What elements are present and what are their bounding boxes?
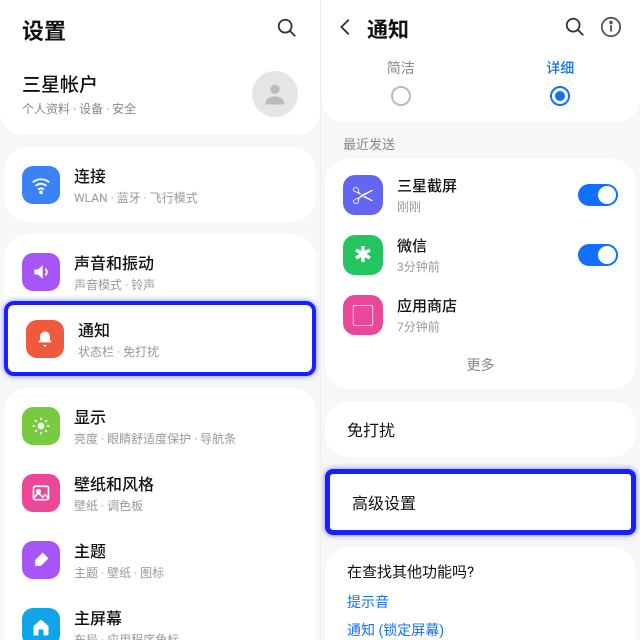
app-time: 刚刚 [397, 198, 457, 215]
bell-icon [26, 320, 64, 358]
search-icon[interactable] [276, 17, 298, 43]
row-subtitle: 主题 · 壁纸 · 图标 [74, 564, 164, 581]
page-title: 设置 [22, 14, 66, 46]
app-name: 应用商店 [397, 295, 457, 316]
row-subtitle: 状态栏 · 免打扰 [78, 343, 159, 360]
image-icon [22, 474, 60, 512]
app-icon: ✂ [343, 175, 383, 215]
avatar[interactable] [252, 71, 298, 117]
settings-row-theme[interactable]: 主题主题 · 壁纸 · 图标 [4, 526, 316, 593]
home-icon [22, 608, 60, 640]
settings-row-notify[interactable]: 通知状态栏 · 免打扰 [4, 301, 316, 376]
app-row-wechat[interactable]: ✱ 微信 3分钟前 [325, 225, 636, 285]
more-button[interactable]: 更多 [325, 345, 636, 389]
app-row-store[interactable]: ▢ 应用商店 7分钟前 [325, 285, 636, 345]
account-subtitle: 个人资料 · 设备 · 安全 [22, 100, 136, 117]
row-title: 显示 [74, 404, 236, 428]
wifi-icon [22, 166, 60, 204]
suggest-link[interactable]: 通知 (锁定屏幕) [347, 620, 614, 640]
search-icon[interactable] [564, 16, 586, 42]
row-title: 声音和振动 [74, 250, 155, 274]
style-detail-label: 详细 [481, 58, 640, 78]
row-subtitle: 布局 · 应用程序角标 [74, 631, 179, 640]
style-simple[interactable]: 简洁 [321, 58, 481, 106]
row-title: 主屏幕 [74, 605, 179, 629]
settings-row-home[interactable]: 主屏幕布局 · 应用程序角标 [4, 593, 316, 640]
app-name: 微信 [397, 235, 440, 256]
settings-row-display[interactable]: 显示亮度 · 眼睛舒适度保护 · 导航条 [4, 392, 316, 459]
info-icon[interactable] [600, 16, 622, 42]
app-name: 三星截屏 [397, 175, 457, 196]
account-row[interactable]: 三星帐户 个人资料 · 设备 · 安全 [0, 56, 320, 135]
app-time: 3分钟前 [397, 258, 440, 275]
style-simple-label: 简洁 [321, 58, 481, 78]
recent-sent-title: 最近发送 [321, 134, 640, 159]
radio-icon [550, 86, 570, 106]
radio-icon [391, 86, 411, 106]
dnd-row[interactable]: 免打扰 [325, 401, 636, 457]
suggest-link[interactable]: 提示音 [347, 592, 614, 612]
settings-row-connections[interactable]: 连接 WLAN · 蓝牙 · 飞行模式 [4, 151, 316, 218]
sun-icon [22, 407, 60, 445]
app-time: 7分钟前 [397, 318, 457, 335]
app-icon: ✱ [343, 235, 383, 275]
row-title: 壁纸和风格 [74, 471, 154, 495]
settings-row-sound[interactable]: 声音和振动声音模式 · 铃声 [4, 238, 316, 305]
sound-icon [22, 253, 60, 291]
row-title: 连接 [74, 163, 198, 187]
row-subtitle: 壁纸 · 调色板 [74, 497, 154, 514]
row-subtitle: 亮度 · 眼睛舒适度保护 · 导航条 [74, 430, 236, 447]
style-selector: 简洁 详细 [321, 54, 640, 122]
back-icon[interactable] [335, 16, 357, 42]
row-title: 主题 [74, 538, 164, 562]
style-detail[interactable]: 详细 [481, 58, 640, 106]
brush-icon [22, 541, 60, 579]
settings-row-wallpaper[interactable]: 壁纸和风格壁纸 · 调色板 [4, 459, 316, 526]
row-title: 通知 [78, 317, 159, 341]
app-row-capture[interactable]: ✂ 三星截屏刚刚 [325, 165, 636, 225]
account-title: 三星帐户 [22, 70, 136, 97]
row-subtitle: 声音模式 · 铃声 [74, 276, 155, 293]
toggle[interactable] [578, 184, 618, 206]
toggle[interactable] [578, 244, 618, 266]
app-icon: ▢ [343, 295, 383, 335]
page-title: 通知 [367, 14, 564, 44]
row-subtitle: WLAN · 蓝牙 · 飞行模式 [74, 189, 198, 206]
advanced-settings-row[interactable]: 高级设置 [330, 474, 631, 530]
suggestions-card: 在查找其他功能吗? 提示音通知 (锁定屏幕)闪烁通知 [325, 547, 636, 640]
suggestions-title: 在查找其他功能吗? [347, 561, 614, 582]
